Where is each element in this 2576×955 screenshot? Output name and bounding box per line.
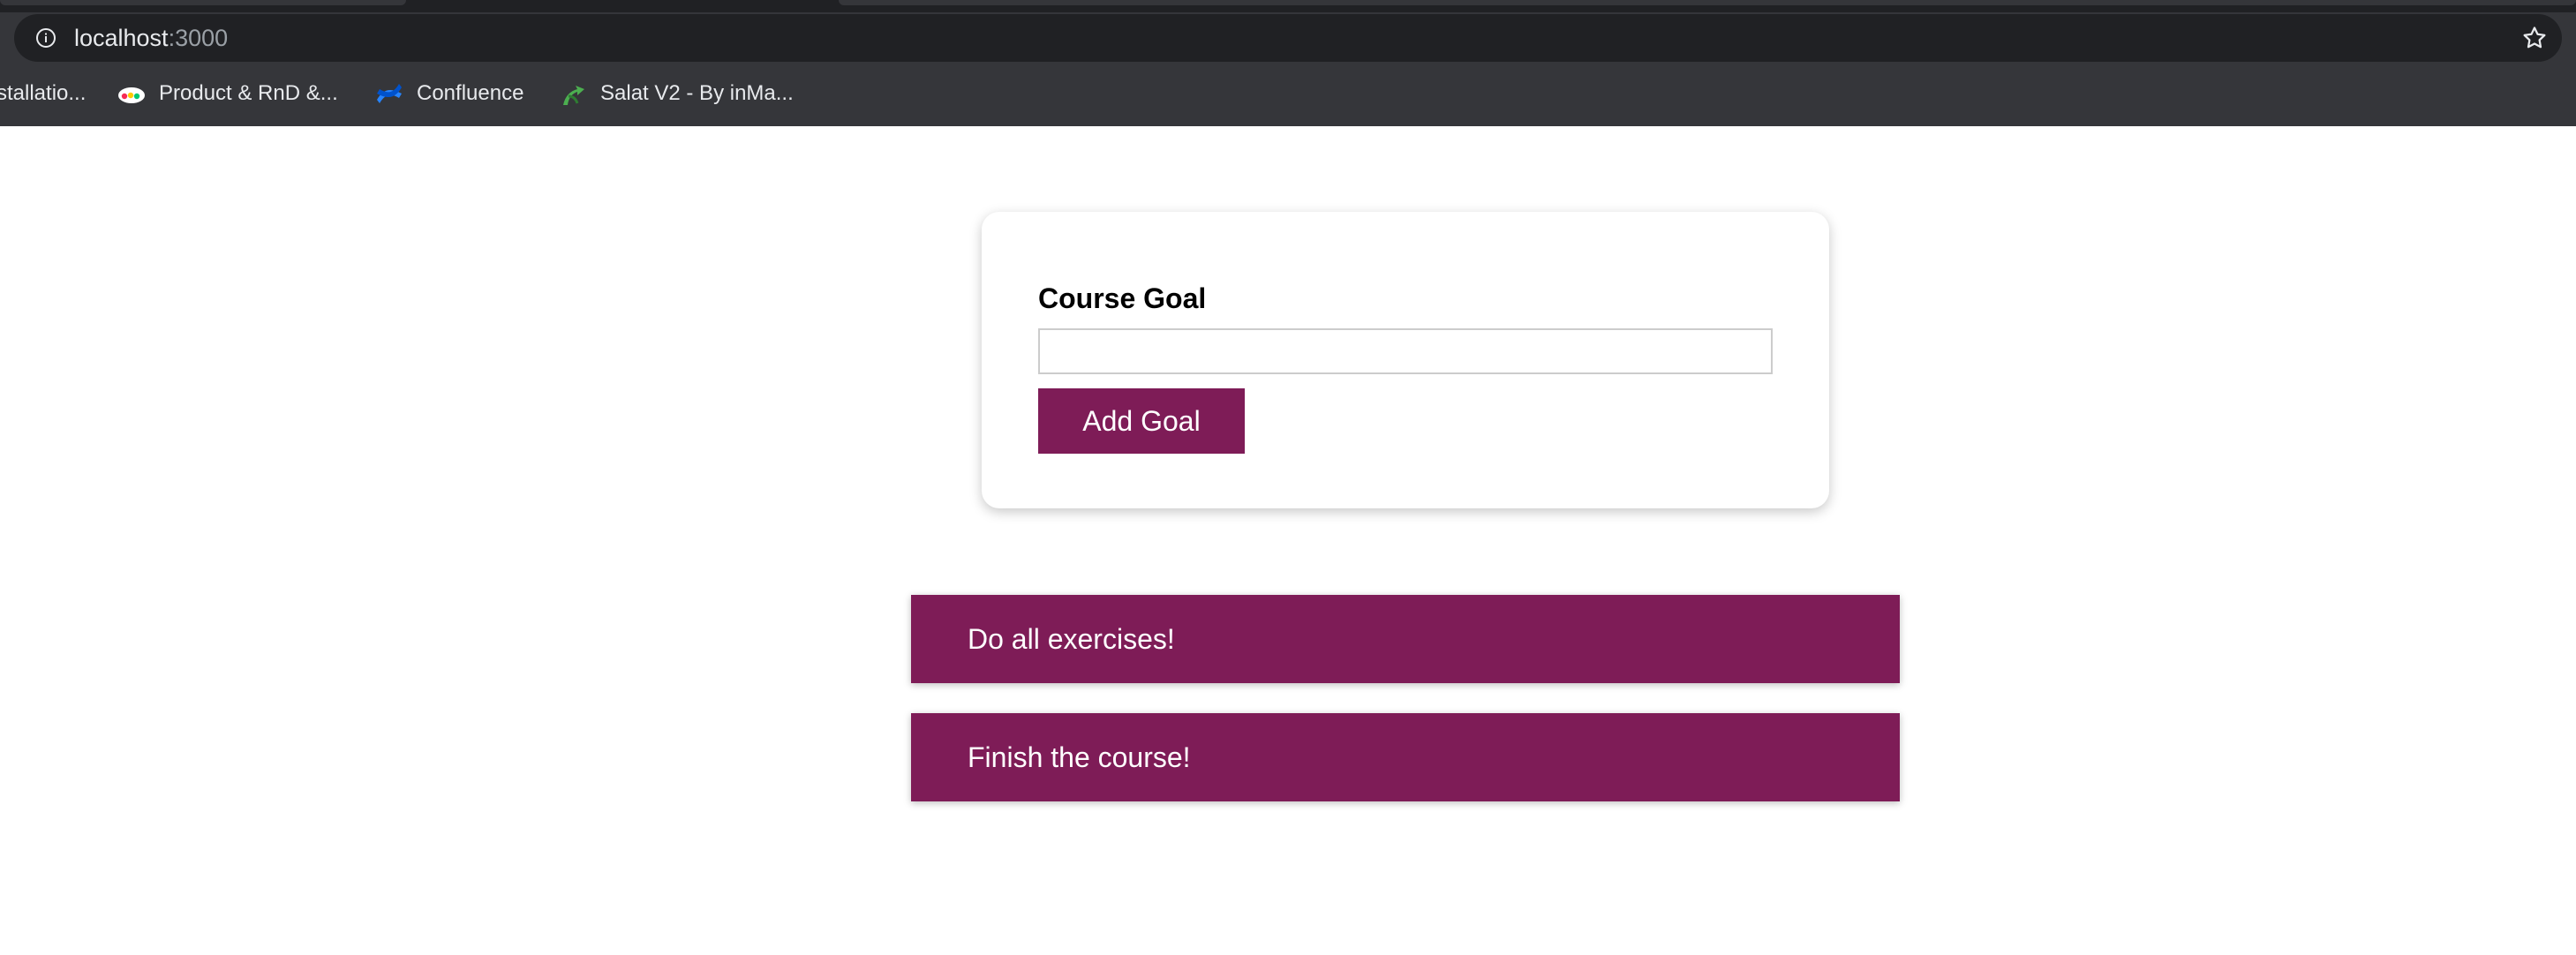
course-goal-input[interactable] xyxy=(1038,328,1773,374)
bookmark-label: Salat V2 - By inMa... xyxy=(600,81,794,105)
bookmark-star-icon[interactable] xyxy=(2521,25,2548,51)
bookmarks-bar: stallatio... Product & RnD &... Confluen… xyxy=(0,71,2576,117)
goal-item[interactable]: Do all exercises! xyxy=(911,595,1900,683)
url-host: localhost xyxy=(74,25,169,51)
monday-logo-icon xyxy=(118,87,145,103)
salat-logo-icon xyxy=(563,86,584,105)
confluence-logo-icon xyxy=(377,84,402,103)
url-text[interactable]: localhost:3000 xyxy=(74,25,228,51)
url-port: :3000 xyxy=(168,25,229,51)
tab-strip xyxy=(0,0,2576,12)
bookmark-item[interactable]: Product & RnD &... xyxy=(117,77,338,110)
goal-list: Do all exercises! Finish the course! xyxy=(911,595,1900,831)
goal-form-card: Course Goal Add Goal xyxy=(982,212,1829,508)
browser-tab[interactable] xyxy=(839,0,2576,5)
browser-chrome: localhost:3000 stallatio... Product & Rn… xyxy=(0,0,2576,126)
address-bar[interactable]: localhost:3000 xyxy=(14,14,2562,62)
add-goal-button[interactable]: Add Goal xyxy=(1038,388,1245,454)
browser-tab[interactable] xyxy=(0,0,406,5)
goal-item[interactable]: Finish the course! xyxy=(911,713,1900,801)
course-goal-label: Course Goal xyxy=(1038,282,1207,314)
bookmark-item[interactable]: stallatio... xyxy=(0,77,86,110)
bookmark-label: Product & RnD &... xyxy=(159,81,338,105)
bookmark-label: stallatio... xyxy=(0,81,87,105)
bookmark-item[interactable]: Salat V2 - By inMa... xyxy=(558,77,794,110)
bookmark-item[interactable]: Confluence xyxy=(374,77,523,110)
bookmark-label: Confluence xyxy=(417,81,524,105)
info-icon[interactable] xyxy=(35,27,56,49)
